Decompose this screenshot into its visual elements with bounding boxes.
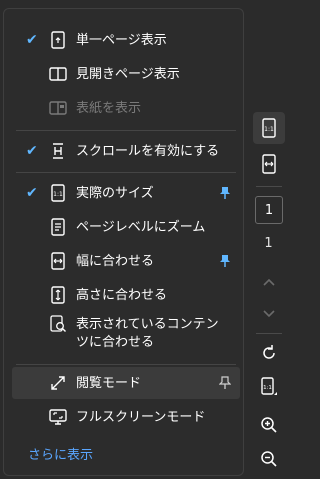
check-icon: ✔ [26,185,38,201]
zoom-out-icon [261,451,277,467]
menu-item-two-page[interactable]: 見開きページ表示 [12,58,240,90]
menu-item-label-line2: ツに合わせる [76,335,155,350]
cover-page-icon [48,98,68,118]
divider [16,172,236,173]
fit-width-button[interactable] [253,148,285,180]
svg-text:1:1: 1:1 [53,191,63,198]
pin-icon[interactable] [218,254,232,268]
pin-icon[interactable] [218,186,232,200]
chevron-down-icon [263,310,275,318]
actual-size-icon: 1:1 [48,183,68,203]
right-toolbar: 1:1 1 1 1:1 [248,0,289,479]
fit-width-icon [48,251,68,271]
fit-width-icon [262,154,276,174]
next-page-button[interactable] [253,298,285,330]
menu-item-fullscreen[interactable]: フルスクリーンモード [12,401,240,433]
rotate-button[interactable] [253,337,285,369]
menu-item-label: スクロールを有効にする [76,143,220,159]
view-options-menu: ✔ 単一ページ表示 見開きページ表示 表紙を表示 ✔ スクロールを有効にする ✔… [3,8,244,476]
divider [256,186,282,187]
menu-item-label: 単一ページ表示 [76,32,167,48]
fit-visible-icon [48,314,68,334]
menu-item-reading-mode[interactable]: 閲覧モード [12,367,240,399]
menu-item-label: 見開きページ表示 [76,66,180,82]
show-more-link[interactable]: さらに表示 [28,444,93,463]
menu-item-label: ページレベルにズーム [76,219,206,235]
zoom-out-button[interactable] [253,443,285,475]
menu-item-label: 表紙を表示 [76,100,142,116]
fit-page-icon [48,217,68,237]
rotate-icon [263,345,275,359]
expand-arrows-icon [48,373,68,393]
actual-size-icon: 1:1 [262,118,276,138]
fit-height-icon [48,285,68,305]
menu-item-label-line1: 表示されているコンテン [76,317,219,332]
menu-item-show-cover[interactable]: 表紙を表示 [12,92,240,124]
page-view-button[interactable]: 1:1 [253,371,285,403]
menu-item-enable-scroll[interactable]: ✔ スクロールを有効にする [12,135,240,167]
actual-size-dropdown-icon: 1:1 [261,377,277,395]
menu-item-single-page[interactable]: ✔ 単一ページ表示 [12,24,240,56]
menu-item-label: 閲覧モード [76,375,142,391]
divider [16,364,236,365]
menu-item-fit-visible[interactable]: 表示されているコンテン ツに合わせる [12,311,240,353]
scroll-icon [48,141,68,161]
menu-item-fit-width[interactable]: 幅に合わせる [12,245,240,277]
zoom-in-button[interactable] [253,409,285,441]
two-page-icon [48,64,68,84]
svg-text:1:1: 1:1 [264,126,274,133]
svg-text:1:1: 1:1 [263,385,272,391]
menu-item-zoom-page[interactable]: ページレベルにズーム [12,211,240,243]
single-page-icon [48,30,68,50]
menu-item-label: フルスクリーンモード [76,409,206,425]
previous-page-button[interactable] [253,266,285,298]
chevron-up-icon [263,278,275,286]
pin-outline-icon[interactable] [218,376,232,390]
menu-item-label: 高さに合わせる [76,287,168,303]
divider [16,130,236,131]
fullscreen-icon [48,407,68,427]
page-total: 1 [264,236,273,251]
check-icon: ✔ [26,32,38,48]
page-number-input[interactable]: 1 [255,196,283,224]
check-icon: ✔ [26,143,38,159]
menu-item-label: 幅に合わせる [76,253,155,269]
actual-size-button[interactable]: 1:1 [253,112,285,144]
menu-item-actual-size[interactable]: ✔ 1:1 実際のサイズ [12,177,240,209]
zoom-in-icon [261,417,277,433]
divider [256,333,282,334]
menu-item-fit-height[interactable]: 高さに合わせる [12,279,240,311]
menu-item-label: 実際のサイズ [76,185,154,201]
